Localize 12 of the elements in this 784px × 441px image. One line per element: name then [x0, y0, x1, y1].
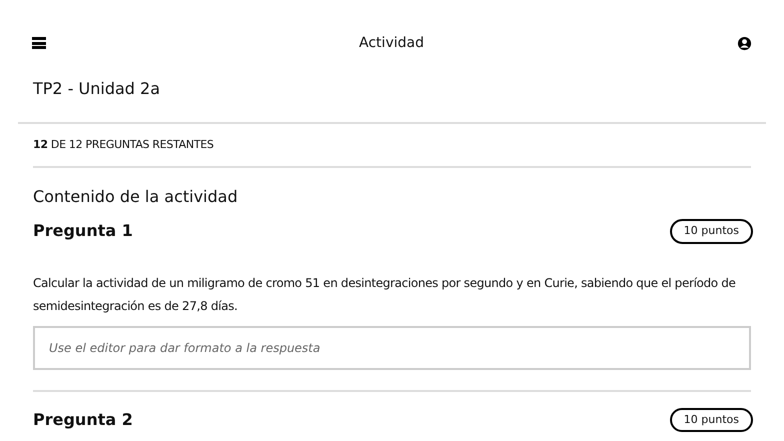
question-text: Calcular la actividad de un miligramo de cromo 51 en desintegraciones por segundo y en Curie, sabiendo que el período de semidesintegración es de 27,8 días.: [33, 274, 737, 314]
activity-title: TP2 - Unidad 2a: [32, 84, 162, 94]
questions-remaining: 12 DE 12 PREGUNTAS RESTANTES: [33, 124, 751, 168]
points-badge: 10 puntos: [670, 219, 753, 244]
question-title: Pregunta 1: [33, 220, 133, 242]
menu-icon[interactable]: [32, 37, 46, 49]
page-title: Actividad: [359, 34, 424, 52]
question-title: Pregunta 2: [33, 408, 133, 431]
user-icon[interactable]: [737, 36, 752, 50]
section-title: Contenido de la actividad: [33, 186, 239, 208]
answer-field[interactable]: Use el editor para dar formato a la respuesta: [33, 326, 751, 370]
points-badge: 10 puntos: [670, 408, 753, 432]
